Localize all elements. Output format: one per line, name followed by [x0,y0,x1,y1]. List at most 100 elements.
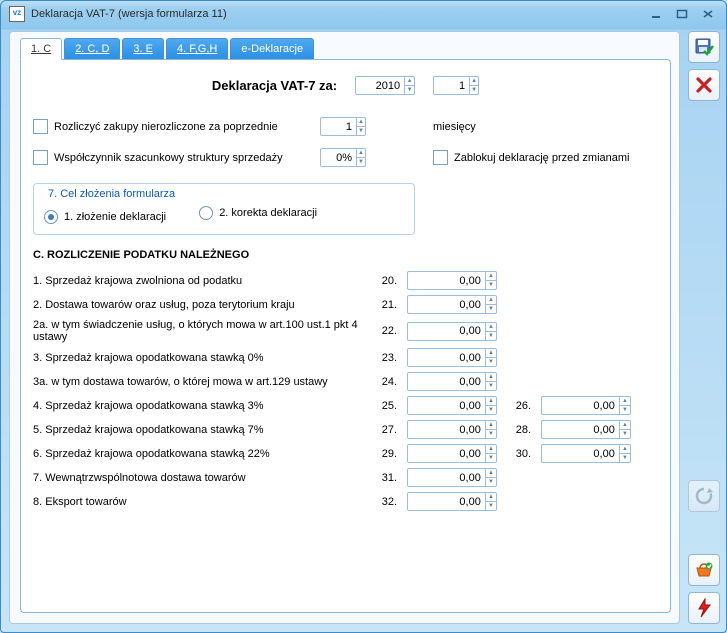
arrow-down-icon[interactable]: ▼ [620,454,630,462]
arrow-up-icon[interactable]: ▲ [486,323,496,332]
arrow-up-icon[interactable]: ▲ [486,469,496,478]
arrow-up-icon[interactable]: ▲ [486,493,496,502]
row-value-input[interactable]: ▲▼ [407,420,497,439]
maximize-button[interactable] [670,6,694,22]
value-field[interactable] [408,493,485,510]
arrow-up-icon[interactable]: ▲ [405,77,414,86]
spinner-arrows[interactable]: ▲▼ [485,373,496,390]
arrow-down-icon[interactable]: ▼ [486,281,496,289]
arrow-down-icon[interactable]: ▼ [486,382,496,390]
refresh-button[interactable] [688,480,720,512]
spinner-arrows[interactable]: ▲▼ [485,397,496,414]
value-field[interactable] [408,469,485,486]
spinner-arrows[interactable]: ▲▼ [485,349,496,366]
row-value-input[interactable]: ▲▼ [407,295,497,314]
basket-button[interactable] [688,554,720,586]
month-input[interactable]: ▲▼ [433,76,479,95]
arrow-up-icon[interactable]: ▲ [486,349,496,358]
row-value-input[interactable]: ▲▼ [407,372,497,391]
value-field[interactable] [542,445,619,462]
tab-1c[interactable]: 1. C [20,38,62,60]
spinner-arrows[interactable]: ▲▼ [485,493,496,510]
arrow-down-icon[interactable]: ▼ [357,158,365,166]
arrow-up-icon[interactable]: ▲ [357,149,365,158]
value-field[interactable] [408,323,485,340]
row-value-input[interactable]: ▲▼ [407,348,497,367]
arrow-down-icon[interactable]: ▼ [620,406,630,414]
value-field[interactable] [542,421,619,438]
tab-2cd[interactable]: 2. C, D [64,38,120,59]
year-input[interactable]: ▲▼ [355,76,415,95]
spinner-arrows[interactable]: ▲▼ [356,149,365,166]
arrow-down-icon[interactable]: ▼ [486,358,496,366]
delete-button[interactable] [688,69,720,101]
row-value-input[interactable]: ▲▼ [407,322,497,341]
value-field[interactable] [408,296,485,313]
spinner-arrows[interactable]: ▲▼ [619,421,630,438]
radio-korekta[interactable]: 2. korekta deklaracji [199,206,317,220]
arrow-down-icon[interactable]: ▼ [405,86,414,94]
spinner-arrows[interactable]: ▲▼ [404,77,414,94]
tab-edeklaracje[interactable]: e-Deklaracje [230,38,314,59]
arrow-down-icon[interactable]: ▼ [486,454,496,462]
bolt-button[interactable] [688,592,720,624]
arrow-down-icon[interactable]: ▼ [486,502,496,510]
arrow-down-icon[interactable]: ▼ [486,305,496,313]
month-value[interactable] [434,77,469,94]
arrow-down-icon[interactable]: ▼ [486,332,496,340]
spinner-arrows[interactable]: ▲▼ [485,421,496,438]
spinner-arrows[interactable]: ▲▼ [356,118,365,135]
row-value-input[interactable]: ▲▼ [541,444,631,463]
value-field[interactable] [408,373,485,390]
row-value-input[interactable]: ▲▼ [407,444,497,463]
spinner-arrows[interactable]: ▲▼ [619,445,630,462]
arrow-up-icon[interactable]: ▲ [620,421,630,430]
value-field[interactable] [408,397,485,414]
row-value-input[interactable]: ▲▼ [407,396,497,415]
arrow-down-icon[interactable]: ▼ [470,86,478,94]
close-button[interactable] [696,6,720,22]
arrow-up-icon[interactable]: ▲ [486,296,496,305]
minimize-button[interactable] [644,6,668,22]
row-value-input[interactable]: ▲▼ [407,492,497,511]
spinner-arrows[interactable]: ▲▼ [485,296,496,313]
value-field[interactable] [408,445,485,462]
spinner-arrows[interactable]: ▲▼ [485,469,496,486]
arrow-down-icon[interactable]: ▼ [486,478,496,486]
row-value-input[interactable]: ▲▼ [407,468,497,487]
checkbox-wspolczynnik[interactable] [33,150,48,165]
arrow-down-icon[interactable]: ▼ [486,430,496,438]
arrow-down-icon[interactable]: ▼ [357,127,365,135]
tab-3e[interactable]: 3. E [122,38,164,59]
year-value[interactable] [356,77,404,94]
checkbox-rozlicz[interactable] [33,119,48,134]
arrow-down-icon[interactable]: ▼ [620,430,630,438]
rozlicz-months-value[interactable] [321,118,356,135]
checkbox-zablokuj[interactable] [433,150,448,165]
arrow-up-icon[interactable]: ▲ [486,445,496,454]
tab-4fgh[interactable]: 4. F,G,H [166,38,228,59]
spinner-arrows[interactable]: ▲▼ [485,272,496,289]
spinner-arrows[interactable]: ▲▼ [485,323,496,340]
arrow-up-icon[interactable]: ▲ [470,77,478,86]
wspolczynnik-value[interactable] [321,149,356,166]
arrow-up-icon[interactable]: ▲ [486,373,496,382]
arrow-down-icon[interactable]: ▼ [486,406,496,414]
spinner-arrows[interactable]: ▲▼ [619,397,630,414]
row-value-input[interactable]: ▲▼ [541,420,631,439]
arrow-up-icon[interactable]: ▲ [486,397,496,406]
save-button[interactable] [688,31,720,63]
arrow-up-icon[interactable]: ▲ [486,421,496,430]
row-value-input[interactable]: ▲▼ [407,271,497,290]
value-field[interactable] [408,349,485,366]
value-field[interactable] [542,397,619,414]
arrow-up-icon[interactable]: ▲ [357,118,365,127]
value-field[interactable] [408,272,485,289]
value-field[interactable] [408,421,485,438]
arrow-up-icon[interactable]: ▲ [486,272,496,281]
spinner-arrows[interactable]: ▲▼ [485,445,496,462]
arrow-up-icon[interactable]: ▲ [620,397,630,406]
arrow-up-icon[interactable]: ▲ [620,445,630,454]
wspolczynnik-input[interactable]: ▲▼ [320,148,366,167]
radio-zlozenie[interactable]: 1. złożenie deklaracji [44,210,166,224]
